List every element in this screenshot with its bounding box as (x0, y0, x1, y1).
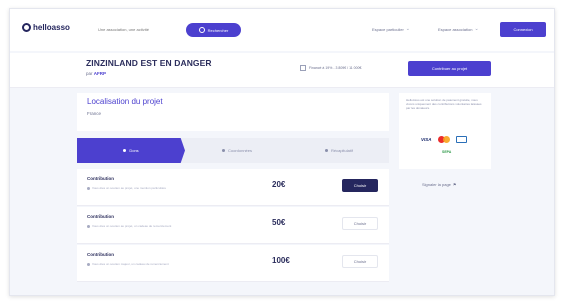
step-recapitulatif[interactable]: Récapitulatif (289, 138, 389, 163)
payment-info-text: HelloAsso est une solution de paiement g… (406, 98, 482, 111)
step-coordonnees[interactable]: Coordonnées (185, 138, 289, 163)
logo-icon (22, 23, 31, 32)
report-page-label: Signaler la page (422, 182, 451, 187)
contribution-row: Contribution Vous êtes un soutien majeur… (77, 245, 389, 282)
page-title: ZINZINLAND EST EN DANGER (86, 58, 212, 68)
contribution-amount: 100€ (272, 256, 290, 265)
nav-link-individuals-label: Espace particulier (372, 26, 404, 32)
organizer-prefix: par (86, 71, 93, 76)
search-icon (198, 27, 205, 33)
choose-button[interactable]: Choisir (342, 179, 378, 192)
choose-button[interactable]: Choisir (342, 255, 378, 268)
location-value: France (87, 111, 102, 116)
step-dot-icon (324, 149, 328, 152)
chevron-down-icon: ⌄ (405, 26, 410, 32)
flag-icon: ⚑ (452, 182, 457, 187)
bullet-icon (87, 224, 90, 228)
step-label: Dons (129, 148, 139, 153)
contribute-button[interactable]: Contribuer au projet (408, 61, 491, 76)
funding-status: Financé à 19% - 3 809€ / 11 000€ (300, 65, 361, 71)
contribution-description: Vous êtes un soutien au projet, un cadea… (87, 224, 171, 228)
checkout-stepper: Dons Coordonnées Récapitulatif (77, 138, 389, 163)
contribution-description-text: Vous êtes un soutien au projet, un cadea… (92, 224, 172, 228)
bullet-icon (87, 186, 90, 190)
chevron-down-icon: ⌄ (474, 26, 479, 32)
mastercard-icon (437, 136, 450, 143)
step-dons[interactable]: Dons (77, 138, 185, 163)
campaign-header: ZINZINLAND EST EN DANGER par AFRP Financ… (10, 53, 554, 88)
location-card: Localisation du projet France (77, 93, 389, 131)
payment-info-card: HelloAsso est une solution de paiement g… (399, 93, 491, 169)
signin-button[interactable]: Connexion (500, 22, 546, 37)
step-dot-icon (221, 149, 225, 152)
browser-frame: helloasso Rechercher Espace particulier … (9, 8, 555, 296)
sepa-icon: SEPA (442, 150, 452, 154)
bullet-icon (87, 262, 90, 266)
organizer-line: par AFRP (86, 71, 106, 76)
contribution-description: Vous êtes un soutien majeur, un cadeau d… (87, 262, 169, 266)
organizer-link[interactable]: AFRP (94, 71, 106, 76)
step-label: Récapitulatif (330, 148, 353, 153)
search-button-label: Rechercher (207, 27, 229, 33)
contribution-description: Vous êtes un soutien au projet, une ment… (87, 186, 166, 190)
payment-methods: VISA (421, 136, 467, 143)
top-navigation: helloasso Rechercher Espace particulier … (10, 9, 554, 51)
search-button[interactable]: Rechercher (186, 23, 241, 37)
contribution-title: Contribution (87, 176, 114, 181)
logo[interactable]: helloasso (22, 23, 70, 32)
search-input[interactable] (98, 24, 182, 34)
contribution-description-text: Vous êtes un soutien au projet, une ment… (92, 186, 167, 190)
card-icon (455, 136, 467, 143)
report-page-link[interactable]: Signaler la page ⚑ (422, 182, 457, 187)
contribution-amount: 20€ (272, 180, 286, 189)
step-dot-icon (123, 149, 127, 152)
contribution-amount: 50€ (272, 218, 286, 227)
contribution-title: Contribution (87, 214, 114, 219)
choose-button[interactable]: Choisir (342, 217, 378, 230)
contribution-row: Contribution Vous êtes un soutien au pro… (77, 207, 389, 244)
calendar-icon (300, 65, 306, 71)
visa-icon: VISA (421, 137, 432, 142)
funding-text: Financé à 19% - 3 809€ / 11 000€ (309, 66, 362, 70)
location-title: Localisation du projet (87, 97, 163, 106)
contribution-title: Contribution (87, 252, 114, 257)
contribution-row: Contribution Vous êtes un soutien au pro… (77, 169, 389, 206)
contribution-description-text: Vous êtes un soutien majeur, un cadeau d… (92, 262, 169, 266)
logo-text: helloasso (33, 23, 70, 32)
nav-link-associations-label: Espace association (438, 26, 473, 32)
nav-link-associations[interactable]: Espace association ⌄ (438, 26, 479, 32)
nav-link-individuals[interactable]: Espace particulier ⌄ (372, 26, 410, 32)
step-label: Coordonnées (227, 148, 253, 153)
